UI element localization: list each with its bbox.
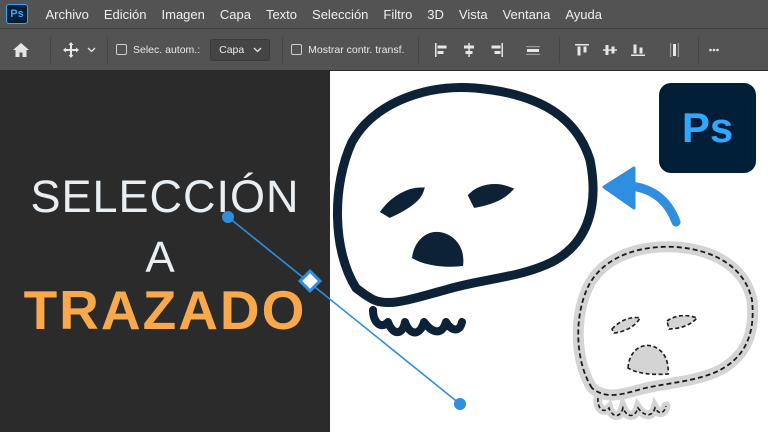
headline-line-2: A	[145, 233, 175, 282]
chevron-down-icon	[253, 47, 262, 52]
menu-capa[interactable]: Capa	[212, 7, 258, 22]
move-tool-icon[interactable]	[59, 35, 83, 65]
show-transform-checkbox[interactable]	[291, 44, 303, 55]
auto-select-dropdown[interactable]: Capa	[210, 38, 271, 61]
photoshop-app-icon[interactable]: Ps	[6, 4, 28, 24]
photoshop-logo-text: Ps	[681, 104, 734, 151]
align-vertical-centers-icon[interactable]	[602, 42, 618, 58]
menu-archivo[interactable]: Archivo	[38, 7, 96, 22]
options-bar: Selec. autom.: Capa Mostrar contr. trans…	[0, 28, 768, 70]
headline-line-3: TRAZADO	[23, 279, 307, 341]
chevron-down-icon[interactable]	[83, 35, 99, 65]
menu-ayuda[interactable]: Ayuda	[558, 7, 610, 22]
menu-ventana[interactable]: Ventana	[495, 7, 558, 22]
headline-line-1: SELECCIÓN	[30, 171, 300, 222]
photoshop-logo: Ps	[659, 83, 756, 173]
menu-filtro[interactable]: Filtro	[376, 7, 420, 22]
more-options-icon[interactable]	[707, 35, 721, 65]
menu-3d[interactable]: 3D	[420, 7, 452, 22]
align-left-edges-icon[interactable]	[433, 42, 449, 58]
menu-vista[interactable]: Vista	[451, 7, 495, 22]
separator	[559, 36, 561, 63]
home-icon[interactable]	[0, 33, 42, 67]
auto-select-label: Selec. autom.:	[133, 43, 201, 56]
align-top-edges-icon[interactable]	[574, 42, 590, 58]
distribute-spacing-icon[interactable]	[525, 42, 541, 58]
separator	[698, 36, 700, 63]
show-transform-label: Mostrar contr. transf.	[308, 43, 405, 56]
separator	[418, 36, 420, 63]
separator	[50, 36, 51, 63]
menu-edicion[interactable]: Edición	[96, 7, 154, 22]
menu-bar: Ps Archivo Edición Imagen Capa Texto Sel…	[0, 0, 768, 28]
menu-texto[interactable]: Texto	[258, 7, 304, 22]
menu-imagen[interactable]: Imagen	[154, 7, 212, 22]
distribute-vertical-icon[interactable]	[666, 42, 682, 58]
auto-select-value: Capa	[219, 43, 245, 56]
align-bottom-edges-icon[interactable]	[630, 42, 646, 58]
menu-seleccion[interactable]: Selección	[305, 7, 376, 22]
auto-select-checkbox[interactable]	[116, 44, 127, 55]
separator	[282, 36, 284, 63]
align-right-edges-icon[interactable]	[489, 42, 505, 58]
align-horizontal-centers-icon[interactable]	[461, 42, 477, 58]
separator	[107, 36, 108, 63]
